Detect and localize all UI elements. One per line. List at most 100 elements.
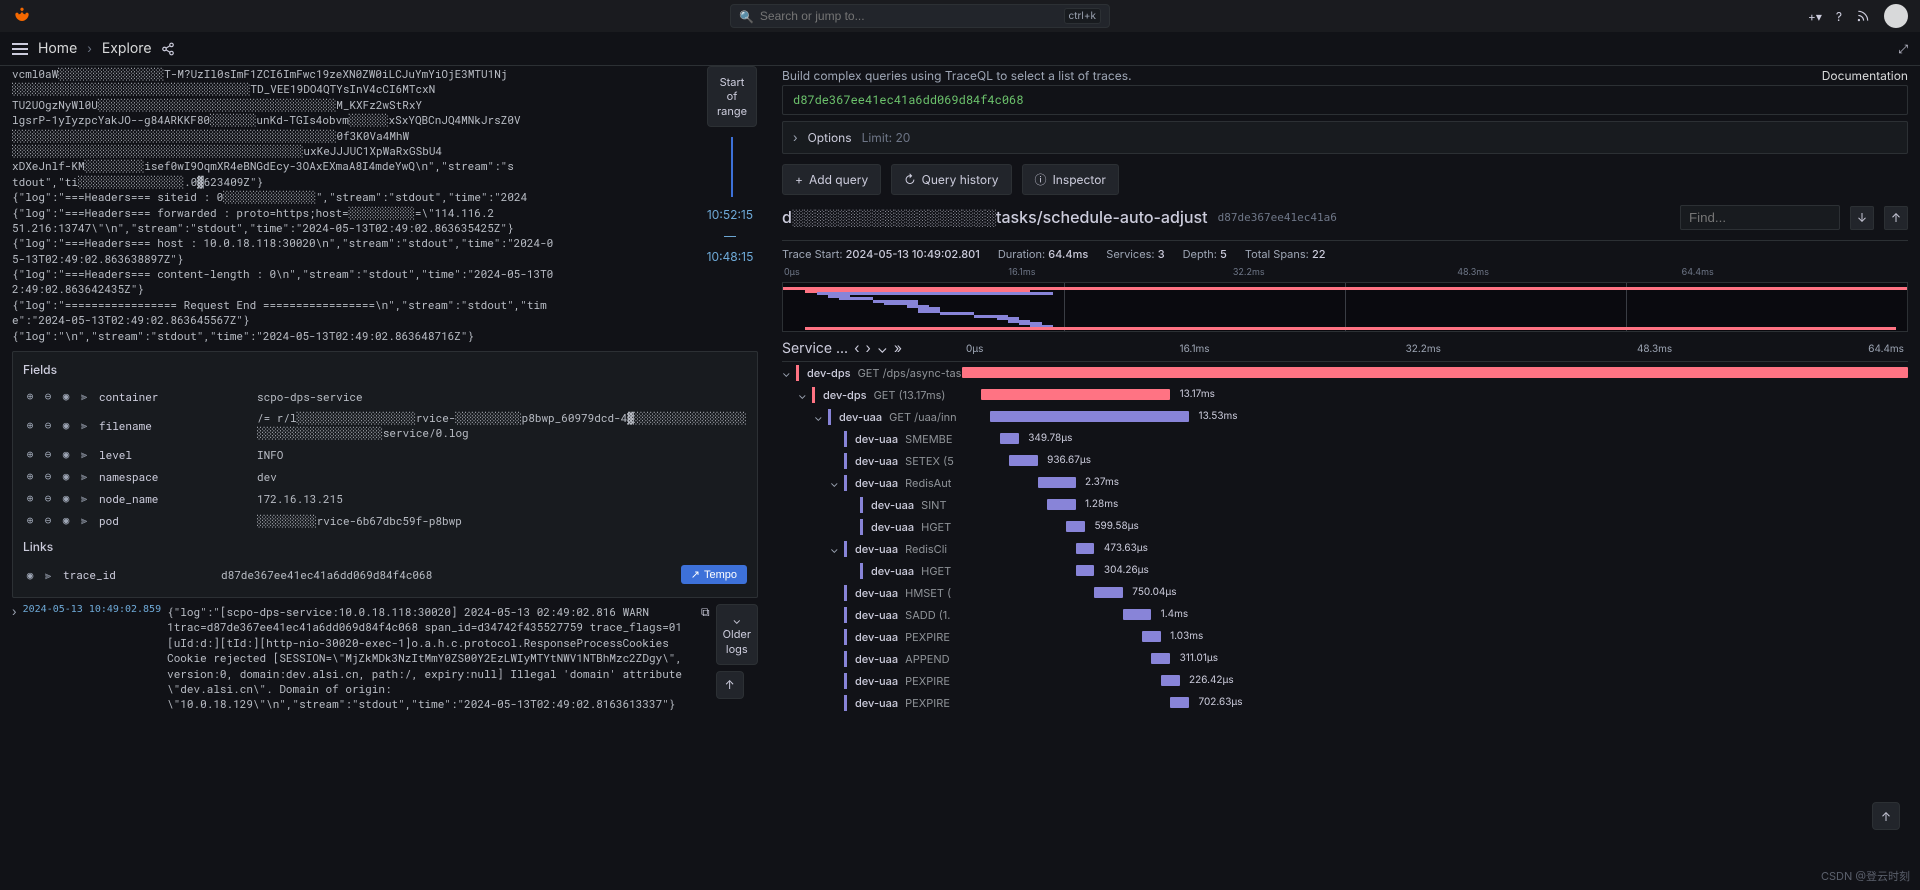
log-line: TU2UOgzNyWl0U░░░░░░░░░░░░░░░░░░░░░░░░░░░… [12, 97, 700, 112]
collapsed-log: {"log":"[scpo-dps-service:10.0.18.118:30… [167, 604, 695, 712]
stats-icon[interactable]: ⫸ [77, 446, 91, 462]
stats-icon[interactable]: ⫸ [77, 468, 91, 484]
zoom-out-icon[interactable]: ⊖ [41, 446, 55, 462]
copy-icon[interactable]: ⧉ [701, 604, 710, 620]
search-input[interactable] [760, 9, 1058, 23]
span-row[interactable]: dev-uaaSADD (1.1.4ms [782, 604, 1908, 626]
documentation-link[interactable]: Documentation [1822, 68, 1908, 83]
share-icon[interactable] [161, 42, 175, 56]
stats-icon[interactable]: ⫸ [77, 417, 91, 433]
menu-toggle[interactable] [12, 43, 28, 55]
log-line: 5-13T02:49:02.863638897Z"} [12, 251, 700, 266]
span-duration: 1.28ms [1085, 498, 1118, 510]
span-caret[interactable]: ⌄ [830, 476, 840, 490]
breadcrumb-home[interactable]: Home [38, 40, 77, 57]
span-row[interactable]: ⌄dev-uaaGET /uaa/inn13.53ms [782, 406, 1908, 428]
span-operation: RedisAut [905, 476, 951, 490]
stats-icon[interactable]: ⫸ [77, 512, 91, 528]
span-caret[interactable]: ⌄ [798, 388, 808, 402]
chevron-left-icon[interactable]: ‹ [854, 340, 859, 357]
span-row[interactable]: dev-uaaPEXPIRE702.63μs [782, 692, 1908, 714]
zoom-out-icon[interactable]: ⊖ [41, 417, 55, 433]
expand-caret[interactable]: › [12, 604, 17, 619]
span-row[interactable]: dev-uaaPEXPIRE1.03ms [782, 626, 1908, 648]
find-input[interactable] [1680, 205, 1840, 230]
span-caret[interactable]: ⌄ [814, 410, 824, 424]
zoom-in-icon[interactable]: ⊕ [23, 417, 37, 433]
zoom-in-icon[interactable]: ⊕ [23, 490, 37, 506]
older-logs-button[interactable]: ⌄Older logs [716, 604, 758, 665]
eye-icon[interactable]: ◉ [23, 567, 37, 583]
eye-icon[interactable]: ◉ [59, 468, 73, 484]
stats-icon[interactable]: ⫸ [77, 388, 91, 404]
expand-all-icon[interactable]: » [894, 340, 902, 357]
span-row[interactable]: ⌄dev-uaaRedisAut2.37ms [782, 472, 1908, 494]
time-tick: 0μs [966, 343, 983, 355]
zoom-out-icon[interactable]: ⊖ [41, 468, 55, 484]
zoom-out-icon[interactable]: ⊖ [41, 490, 55, 506]
find-next-button[interactable]: ↑ [1884, 206, 1908, 230]
zoom-in-icon[interactable]: ⊕ [23, 512, 37, 528]
span-duration: 349.78μs [1028, 432, 1072, 444]
eye-icon[interactable]: ◉ [59, 512, 73, 528]
eye-icon[interactable]: ◉ [59, 490, 73, 506]
span-row[interactable]: dev-uaaHGET599.58μs [782, 516, 1908, 538]
eye-icon[interactable]: ◉ [59, 446, 73, 462]
span-service: dev-uaa [855, 674, 898, 688]
span-row[interactable]: dev-uaaAPPEND311.01μs [782, 648, 1908, 670]
collapse-all-icon[interactable]: ⌄ [877, 340, 888, 357]
eye-icon[interactable]: ◉ [59, 417, 73, 433]
grafana-logo[interactable] [12, 6, 32, 26]
span-caret[interactable]: ⌄ [830, 542, 840, 556]
span-row[interactable]: dev-uaaSETEX (5936.67μs [782, 450, 1908, 472]
tempo-button[interactable]: ↗ Tempo [681, 565, 747, 584]
span-duration: 226.42μs [1189, 674, 1234, 686]
add-icon[interactable]: +▾ [1808, 9, 1822, 24]
range-start-button[interactable]: Start of range [707, 66, 757, 127]
zoom-in-icon[interactable]: ⊕ [23, 388, 37, 404]
span-row[interactable]: ⌄dev-dpsGET /dps/async-tas [782, 362, 1908, 384]
query-input[interactable]: d87de367ee41ec41a6dd069d84f4c068 [782, 85, 1908, 115]
span-row[interactable]: ⌄dev-dpsGET (13.17ms)13.17ms [782, 384, 1908, 406]
global-search[interactable]: 🔍 ctrl+k [730, 4, 1110, 28]
help-icon[interactable]: ? [1836, 9, 1842, 24]
span-row[interactable]: dev-uaaSINT1.28ms [782, 494, 1908, 516]
zoom-out-icon[interactable]: ⊖ [41, 512, 55, 528]
zoom-in-icon[interactable]: ⊕ [23, 446, 37, 462]
rss-icon[interactable] [1856, 9, 1870, 23]
span-row[interactable]: dev-uaaSMEMBE349.78μs [782, 428, 1908, 450]
stats-icon[interactable]: ⫸ [77, 490, 91, 506]
scroll-top-trace[interactable]: ↑ [1872, 802, 1900, 830]
field-key: container [99, 389, 249, 404]
span-operation: HMSET ( [905, 586, 951, 600]
stats-icon[interactable]: ⫸ [41, 567, 55, 583]
chevron-right-icon[interactable]: › [865, 340, 870, 357]
options-row[interactable]: › Options Limit: 20 [782, 121, 1908, 154]
query-history-button[interactable]: ↻ Query history [891, 164, 1011, 195]
minimap-tick: 32.2ms [1233, 267, 1457, 278]
span-row[interactable]: dev-uaaPEXPIRE226.42μs [782, 670, 1908, 692]
zoom-out-icon[interactable]: ⊖ [41, 388, 55, 404]
breadcrumb-explore[interactable]: Explore [102, 40, 152, 57]
user-avatar[interactable] [1884, 4, 1908, 28]
field-row: ⊕⊖◉⫸namespacedev [23, 465, 747, 487]
span-caret[interactable]: ⌄ [782, 366, 792, 380]
log-line: {"log":"===Headers=== content-length : 0… [12, 266, 700, 281]
scroll-top-button[interactable]: ↑ [716, 671, 744, 699]
fields-panel: Fields ⊕⊖◉⫸containerscpo-dps-service⊕⊖◉⫸… [12, 351, 758, 598]
collapse-icon[interactable]: ⤢ [1898, 41, 1908, 57]
zoom-in-icon[interactable]: ⊕ [23, 468, 37, 484]
span-row[interactable]: dev-uaaHGET304.26μs [782, 560, 1908, 582]
find-prev-button[interactable]: ↓ [1850, 206, 1874, 230]
span-service: dev-uaa [855, 476, 898, 490]
eye-icon[interactable]: ◉ [59, 388, 73, 404]
minimap-tick: 16.1ms [1008, 267, 1232, 278]
inspector-button[interactable]: ⓘ Inspector [1022, 164, 1119, 195]
span-row[interactable]: ⌄dev-uaaRedisCli473.63μs [782, 538, 1908, 560]
minimap-bar [918, 310, 940, 313]
field-row: ⊕⊖◉⫸containerscpo-dps-service [23, 385, 747, 407]
trace-minimap[interactable] [782, 282, 1908, 332]
span-row[interactable]: dev-uaaHMSET (750.04μs [782, 582, 1908, 604]
add-query-button[interactable]: + Add query [782, 164, 881, 195]
span-bar [1076, 565, 1095, 576]
